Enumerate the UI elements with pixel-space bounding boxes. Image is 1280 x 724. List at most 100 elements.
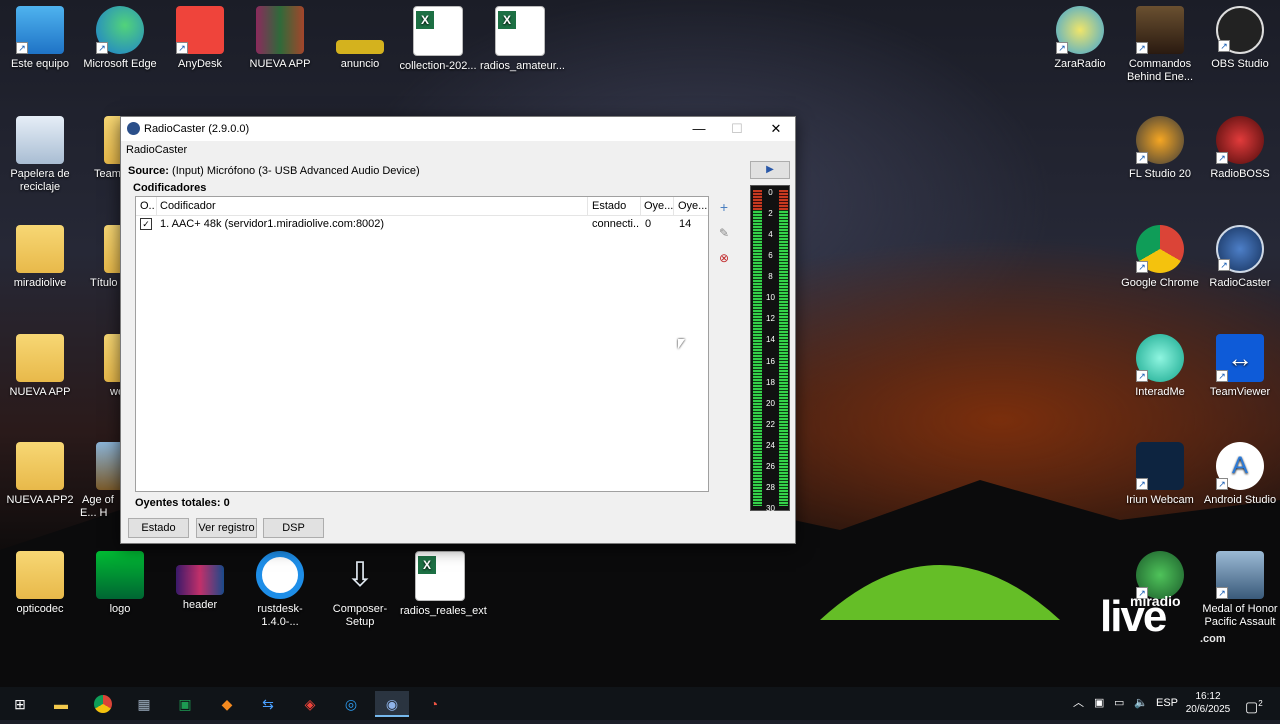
desktop-icon-interadme[interactable]: ↗ InteradMe — [1120, 334, 1200, 399]
taskbar: ⊞ ▬ ▦ ▣ ◆ ⇆ ◈ ◎ ◉ ◔ ︿ ▣ ▭ 🔈 ESP 16:12 20… — [0, 687, 1280, 720]
desktop-icon-zararadio[interactable]: ↗ ZaraRadio — [1040, 6, 1120, 71]
column-header-on[interactable]: O.. — [140, 200, 154, 212]
folder-icon — [16, 442, 64, 490]
desktop-icon-composer[interactable]: ⇩ Composer-Setup — [320, 551, 400, 629]
vu-meter: 0 2 4 6 8 10 12 14 16 18 20 22 24 26 28 30 — [750, 185, 790, 513]
desktop-icon-commandos[interactable]: ↗ Commandos Behind Ene... — [1120, 6, 1200, 84]
desktop-icon-radioboss[interactable]: ↗ RadioBOSS — [1200, 116, 1280, 181]
desktop-icon-we[interactable]: we — [80, 334, 120, 399]
ver-registro-button[interactable]: Ver registro — [196, 518, 257, 538]
desktop-icon-iriun[interactable]: ↗ Iriun Webcam — [1120, 442, 1200, 507]
menu-radiocaster[interactable]: RadioCaster — [126, 144, 187, 156]
desktop-icon-este-equipo[interactable]: ↗ Este equipo — [0, 6, 80, 71]
vu-meter-right-bar — [779, 190, 788, 506]
game-icon: ↗ — [1216, 551, 1264, 599]
edit-encoder-button[interactable]: ✎ — [714, 222, 734, 242]
folder-icon — [104, 334, 120, 382]
desktop-icon-nueva-app-folder[interactable]: NUEVA APP — [0, 334, 80, 399]
desktop-icon-age-of-empires[interactable]: Age of E... H — [80, 442, 120, 520]
desktop-icon-nueva-app[interactable]: NUEVA APP — [240, 6, 320, 71]
column-header-status[interactable]: Estado — [592, 200, 626, 212]
vu-meter-scale-label: 0 — [768, 188, 773, 197]
desktop-icon-obs[interactable]: ↗ OBS Studio — [1200, 6, 1280, 71]
notifications-icon[interactable]: ▢2 — [1245, 687, 1263, 724]
radioboss-icon[interactable]: ◔ — [417, 691, 451, 717]
column-header-peak[interactable]: Oye... — [678, 200, 707, 212]
play-button[interactable]: ▶ — [750, 161, 790, 179]
network-icon[interactable]: ▭ — [1114, 687, 1124, 720]
game-icon: ↗ — [1136, 6, 1184, 54]
desktop-icon-radios-reales[interactable]: radios_reales_ext — [400, 551, 487, 618]
edge-icon: ↗ — [96, 6, 144, 54]
desktop-icon-fl-studio[interactable]: ↗ FL Studio 20 — [1120, 116, 1200, 181]
close-button[interactable]: ✕ — [757, 117, 795, 141]
desktop-icon-anuncio[interactable]: anuncio — [320, 6, 400, 71]
computer-icon: ↗ — [16, 6, 64, 54]
remove-encoder-button[interactable]: ⊗ — [714, 247, 734, 267]
teamviewer-icon[interactable]: ⇆ — [251, 691, 285, 717]
encoder-enabled-checkbox[interactable]: ✓ — [140, 218, 152, 230]
column-header-listeners[interactable]: Oye... — [644, 200, 673, 212]
encoders-list[interactable]: O.. Codificador Estado Oye... Oye... ✓ 1… — [135, 196, 709, 492]
radiocaster-icon: ↗ — [1216, 225, 1264, 273]
anydesk-icon[interactable]: ◈ — [293, 691, 327, 717]
desktop-icon-radiocaster[interactable]: ↗ RadioCaster — [1200, 225, 1280, 290]
desktop-icon-opticodec[interactable]: opticodec — [0, 551, 80, 616]
minimize-button[interactable]: — — [680, 117, 718, 141]
desktop-icon-rustdesk[interactable]: rustdesk-1.4.0-... — [240, 551, 320, 629]
dsp-button[interactable]: DSP — [263, 518, 324, 538]
tray-app-icon[interactable]: ▣ — [1094, 687, 1104, 720]
maximize-button[interactable]: ☐ — [718, 117, 756, 141]
desktop-icon-radios-amateur[interactable]: radios_amateur... — [480, 6, 565, 73]
desktop-icon-logo[interactable]: logo — [80, 551, 160, 616]
desktop-icon-anydesk[interactable]: ↗ AnyDesk — [160, 6, 240, 71]
sublime-icon[interactable]: ◆ — [210, 691, 244, 717]
vu-meter-scale-label: 6 — [768, 251, 773, 261]
desktop-icon-android-studio[interactable]: A ↗ Android Studio — [1200, 442, 1280, 507]
encoders-group-title: Codificadores — [133, 182, 207, 194]
android-studio-icon: A ↗ — [1216, 442, 1264, 490]
excel-icon — [495, 6, 545, 56]
mouse-cursor — [678, 339, 685, 349]
desktop-icon-edge[interactable]: ↗ Microsoft Edge — [80, 6, 160, 71]
clock[interactable]: 16:12 20/6/2025 — [1180, 690, 1236, 716]
source-value: (Input) Micrófono (3- USB Advanced Audio… — [172, 165, 420, 177]
desktop-icon-teamviewer[interactable]: ↔ ↗ TeamViewer — [1200, 334, 1280, 399]
file-explorer-icon[interactable]: ▬ — [44, 691, 78, 717]
webcam-icon: ↗ — [1136, 442, 1184, 490]
desktop-icon-papelera[interactable]: Papelera de reciclaje — [0, 116, 80, 194]
zararadio-icon: ↗ — [1056, 6, 1104, 54]
desktop-icon-chrome[interactable]: ↗ Google Chrome — [1120, 225, 1200, 290]
desktop-icon-header[interactable]: header — [160, 551, 240, 612]
desktop-icon-nueva-app2[interactable]: NUEVA APP2 — [0, 442, 80, 507]
volume-icon[interactable]: 🔈 — [1134, 687, 1148, 720]
desktop-icon-team[interactable]: Team — [80, 116, 120, 181]
source-label: Source: — [128, 165, 169, 177]
vu-meter-scale-label: 12 — [766, 314, 775, 324]
excel-icon — [413, 6, 463, 56]
chevron-up-icon[interactable]: ︿ — [1073, 687, 1084, 720]
table-row[interactable]: ✓ 1. AAC+ 48k (servidor1.miradiolive.com… — [136, 215, 708, 233]
desktop-icon-titulo[interactable]: Título — [80, 225, 120, 290]
recycle-bin-icon — [16, 116, 64, 164]
rustdesk-icon[interactable]: ◎ — [334, 691, 368, 717]
game-icon — [96, 442, 120, 490]
desktop-icon-medal-of-honor[interactable]: ↗ Medal of Honor Pacific Assault — [1200, 551, 1280, 629]
list-header: O.. Codificador Estado Oye... Oye... — [136, 197, 708, 216]
excel-icon[interactable]: ▣ — [168, 691, 202, 717]
window-titlebar[interactable]: RadioCaster (2.9.0.0) — ☐ ✕ — [121, 117, 795, 141]
vu-meter-scale-label: 4 — [768, 230, 773, 240]
source-line: Source: (Input) Micrófono (3- USB Advanc… — [128, 165, 420, 177]
vu-meter-right-peak — [779, 190, 788, 210]
calculator-icon[interactable]: ▦ — [127, 691, 161, 717]
estado-button[interactable]: Estado — [128, 518, 189, 538]
language-indicator[interactable]: ESP — [1156, 687, 1178, 720]
radiocaster-icon[interactable]: ◉ — [375, 691, 409, 717]
desktop-icon-collection[interactable]: collection-202... — [398, 6, 478, 73]
desktop-icon-miradiolive[interactable]: miradiolive — [0, 225, 80, 290]
add-encoder-button[interactable]: + — [714, 196, 734, 216]
windows-start-icon[interactable]: ⊞ — [3, 691, 37, 717]
column-header-encoder[interactable]: Codificador — [160, 200, 216, 212]
chrome-icon[interactable] — [86, 691, 120, 717]
radiocaster-window[interactable]: RadioCaster (2.9.0.0) — ☐ ✕ RadioCaster … — [120, 116, 796, 544]
